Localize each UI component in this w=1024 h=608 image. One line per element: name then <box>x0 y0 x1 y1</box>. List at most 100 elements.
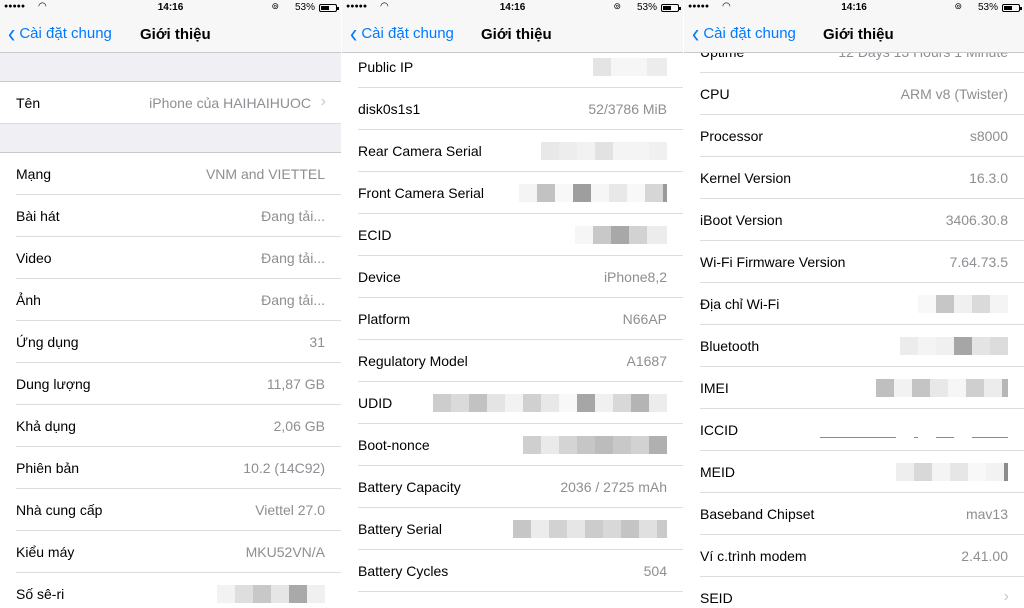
screen-about-general: ●●●●● ◠ 14:16 ⊚ 53% ‹ Cài đặt chung Giới… <box>0 0 341 608</box>
row-label: Địa chỉ Wi-Fi <box>700 296 780 312</box>
page-title: Giới thiệu <box>823 26 894 43</box>
row-value: 504 <box>643 563 667 579</box>
three-screenshots: ●●●●● ◠ 14:16 ⊚ 53% ‹ Cài đặt chung Giới… <box>0 0 1024 608</box>
row-label: Baseband Chipset <box>700 506 815 522</box>
redacted-value <box>433 394 667 412</box>
status-time: 14:16 <box>157 2 184 13</box>
info-row: Mạng VNM and VIETTEL <box>0 153 341 195</box>
row-value: 2036 / 2725 mAh <box>560 479 667 495</box>
row-label: ECID <box>358 227 392 243</box>
info-row: ECID <box>342 214 683 256</box>
back-button[interactable]: ‹ Cài đặt chung <box>692 17 796 48</box>
row-label: Processor <box>700 128 764 144</box>
row-label: Kernel Version <box>700 170 792 186</box>
info-row: Battery Serial <box>342 508 683 550</box>
info-group: CPU ARM v8 (Twister) Processor s8000 Kernel … <box>684 73 1024 608</box>
info-row: MEID <box>684 451 1024 493</box>
row-label: Mạng <box>16 166 52 182</box>
row-value: 11,87 GB <box>266 376 325 392</box>
info-row: Địa chỉ Wi-Fi <box>684 283 1024 325</box>
row-label: Rear Camera Serial <box>358 143 482 159</box>
row-label: Phiên bản <box>16 460 80 476</box>
navigation-bar: ‹ Cài đặt chung Giới thiệu <box>684 16 1024 53</box>
info-row: Ứng dụng 31 <box>0 321 341 363</box>
battery-icon <box>319 4 339 12</box>
status-bar: ●●●●● ◠ 14:16 ⊚ 53% <box>342 0 683 16</box>
chevron-right-icon: › <box>1003 588 1009 605</box>
info-row: Nhà cung cấp Viettel 27.0 <box>0 489 341 531</box>
battery-percentage: 53% <box>977 2 998 13</box>
row-value: 7.64.73.5 <box>949 254 1008 270</box>
info-row: Kernel Version 16.3.0 <box>684 157 1024 199</box>
name-row[interactable]: Tên iPhone của HAIHAIHUOC › <box>0 82 341 124</box>
row-value: Đang tải... <box>261 292 325 308</box>
info-row: Wi-Fi Firmware Version 7.64.73.5 <box>684 241 1024 283</box>
row-label: Ví c.trình modem <box>700 548 807 564</box>
settings-list: Tên iPhone của HAIHAIHUOC › Mạng VNM and … <box>0 53 341 608</box>
screen-divider <box>683 0 684 608</box>
info-group: Public IP disk0s1s1 52/3786 MiB Rear Camera… <box>342 46 683 592</box>
info-row: Front Camera Serial <box>342 172 683 214</box>
redacted-value <box>513 520 667 538</box>
redacted-value <box>593 58 667 76</box>
info-row: Bluetooth <box>684 325 1024 367</box>
row-label: Boot-nonce <box>358 437 430 453</box>
info-row: iBoot Version 3406.30.8 <box>684 199 1024 241</box>
row-label: Ứng dụng <box>16 334 79 350</box>
row-value: 31 <box>309 334 325 350</box>
row-label: Tên <box>16 95 41 111</box>
row-label: Video <box>16 250 52 266</box>
row-value: 16.3.0 <box>969 170 1008 186</box>
row-label: Battery Serial <box>358 521 443 537</box>
info-row: IMEI <box>684 367 1024 409</box>
chevron-left-icon: ‹ <box>692 17 700 48</box>
row-label: Battery Capacity <box>358 479 461 495</box>
row-value: 10.2 (14C92) <box>243 460 325 476</box>
orientation-lock-icon: ⊚ <box>271 1 279 11</box>
row-value: VNM and VIETTEL <box>205 166 325 182</box>
row-label: Dung lượng <box>16 376 91 392</box>
row-label: UDID <box>358 395 393 411</box>
page-title: Giới thiệu <box>140 26 211 43</box>
info-row: Rear Camera Serial <box>342 130 683 172</box>
info-row: Kiểu máy MKU52VN/A <box>0 531 341 573</box>
back-button[interactable]: ‹ Cài đặt chung <box>350 17 454 48</box>
back-button-label: Cài đặt chung <box>703 25 796 42</box>
battery-percentage: 53% <box>294 2 315 13</box>
info-row: Boot-nonce <box>342 424 683 466</box>
settings-list: Uptime 12 Days 13 Hours 1 Minute CPUARM … <box>684 31 1024 608</box>
orientation-lock-icon: ⊚ <box>954 1 962 11</box>
info-row: Phiên bản 10.2 (14C92) <box>0 447 341 489</box>
row-label: Kiểu máy <box>16 544 75 560</box>
redacted-value <box>523 436 667 454</box>
row-value: A1687 <box>626 353 667 369</box>
row-label: ICCID <box>700 422 739 438</box>
row-value: MKU52VN/A <box>245 544 325 560</box>
redacted-value <box>541 142 667 160</box>
row-label: Front Camera Serial <box>358 185 485 201</box>
row-value: 2.41.00 <box>961 548 1008 564</box>
row-value: 52/3786 MiB <box>588 101 667 117</box>
navigation-bar: ‹ Cài đặt chung Giới thiệu <box>0 16 341 53</box>
info-row: Battery Capacity 2036 / 2725 mAh <box>342 466 683 508</box>
redacted-value <box>876 379 1008 397</box>
row-value: Viettel 27.0 <box>255 502 325 518</box>
redacted-value <box>217 585 325 603</box>
row-label: Public IP <box>358 59 414 75</box>
row-label: IMEI <box>700 380 729 396</box>
screen-divider <box>341 0 342 608</box>
redacted-value <box>820 437 1008 438</box>
chevron-left-icon: ‹ <box>350 17 358 48</box>
section-spacer <box>0 124 341 153</box>
screen-about-hardware: ●●●●● ◠ 14:16 ⊚ 53% ‹ Cài đặt chung Giới… <box>342 0 683 608</box>
row-value: iPhone8,2 <box>603 269 667 285</box>
row-label: Nhà cung cấp <box>16 502 103 518</box>
info-row: Platform N66AP <box>342 298 683 340</box>
row-value: s8000 <box>969 128 1008 144</box>
battery-percentage: 53% <box>636 2 657 13</box>
info-row[interactable]: SEID › <box>684 577 1024 608</box>
back-button[interactable]: ‹ Cài đặt chung <box>8 20 112 46</box>
row-value: 2,06 GB <box>273 418 325 434</box>
info-row: Dung lượng 11,87 GB <box>0 363 341 405</box>
status-time: 14:16 <box>499 2 526 13</box>
